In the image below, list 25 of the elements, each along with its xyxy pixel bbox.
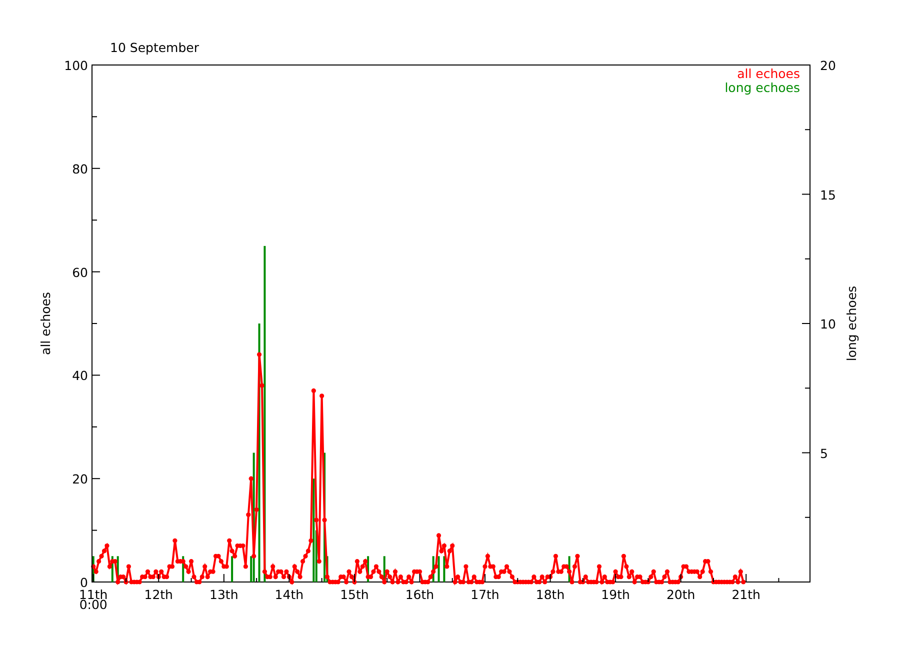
tick-label: 80 — [72, 161, 88, 176]
chart-title: 10 September — [110, 40, 199, 55]
tick-label: 20 — [72, 472, 88, 487]
tick-label: 0 — [80, 575, 88, 590]
tick-label: 12th — [144, 587, 173, 602]
axis-label: all echoes — [38, 292, 53, 355]
legend-entry: all echoes — [737, 66, 800, 81]
tick-label: 20 — [820, 58, 836, 73]
tick-label: 10 — [820, 316, 836, 332]
tick-label: 13th — [210, 587, 238, 602]
tick-label: 60 — [72, 264, 88, 280]
tick-label: 21th — [732, 587, 760, 602]
tick-label: 18th — [536, 587, 565, 602]
tick-label: 15 — [820, 187, 836, 202]
tick-label: 40 — [72, 368, 88, 384]
tick-label: 16th — [405, 587, 434, 602]
tick-label: 15th — [340, 587, 369, 602]
tick-label: 20th — [666, 587, 696, 602]
tick-label: 17th — [470, 587, 500, 602]
tick-label: 14th — [274, 587, 304, 602]
tick-label: 19th — [601, 587, 630, 602]
legend-entry: long echoes — [724, 80, 800, 95]
tick-label: 100 — [64, 58, 88, 73]
tick-label: 5 — [820, 446, 828, 461]
axis-label: long echoes — [844, 286, 859, 362]
